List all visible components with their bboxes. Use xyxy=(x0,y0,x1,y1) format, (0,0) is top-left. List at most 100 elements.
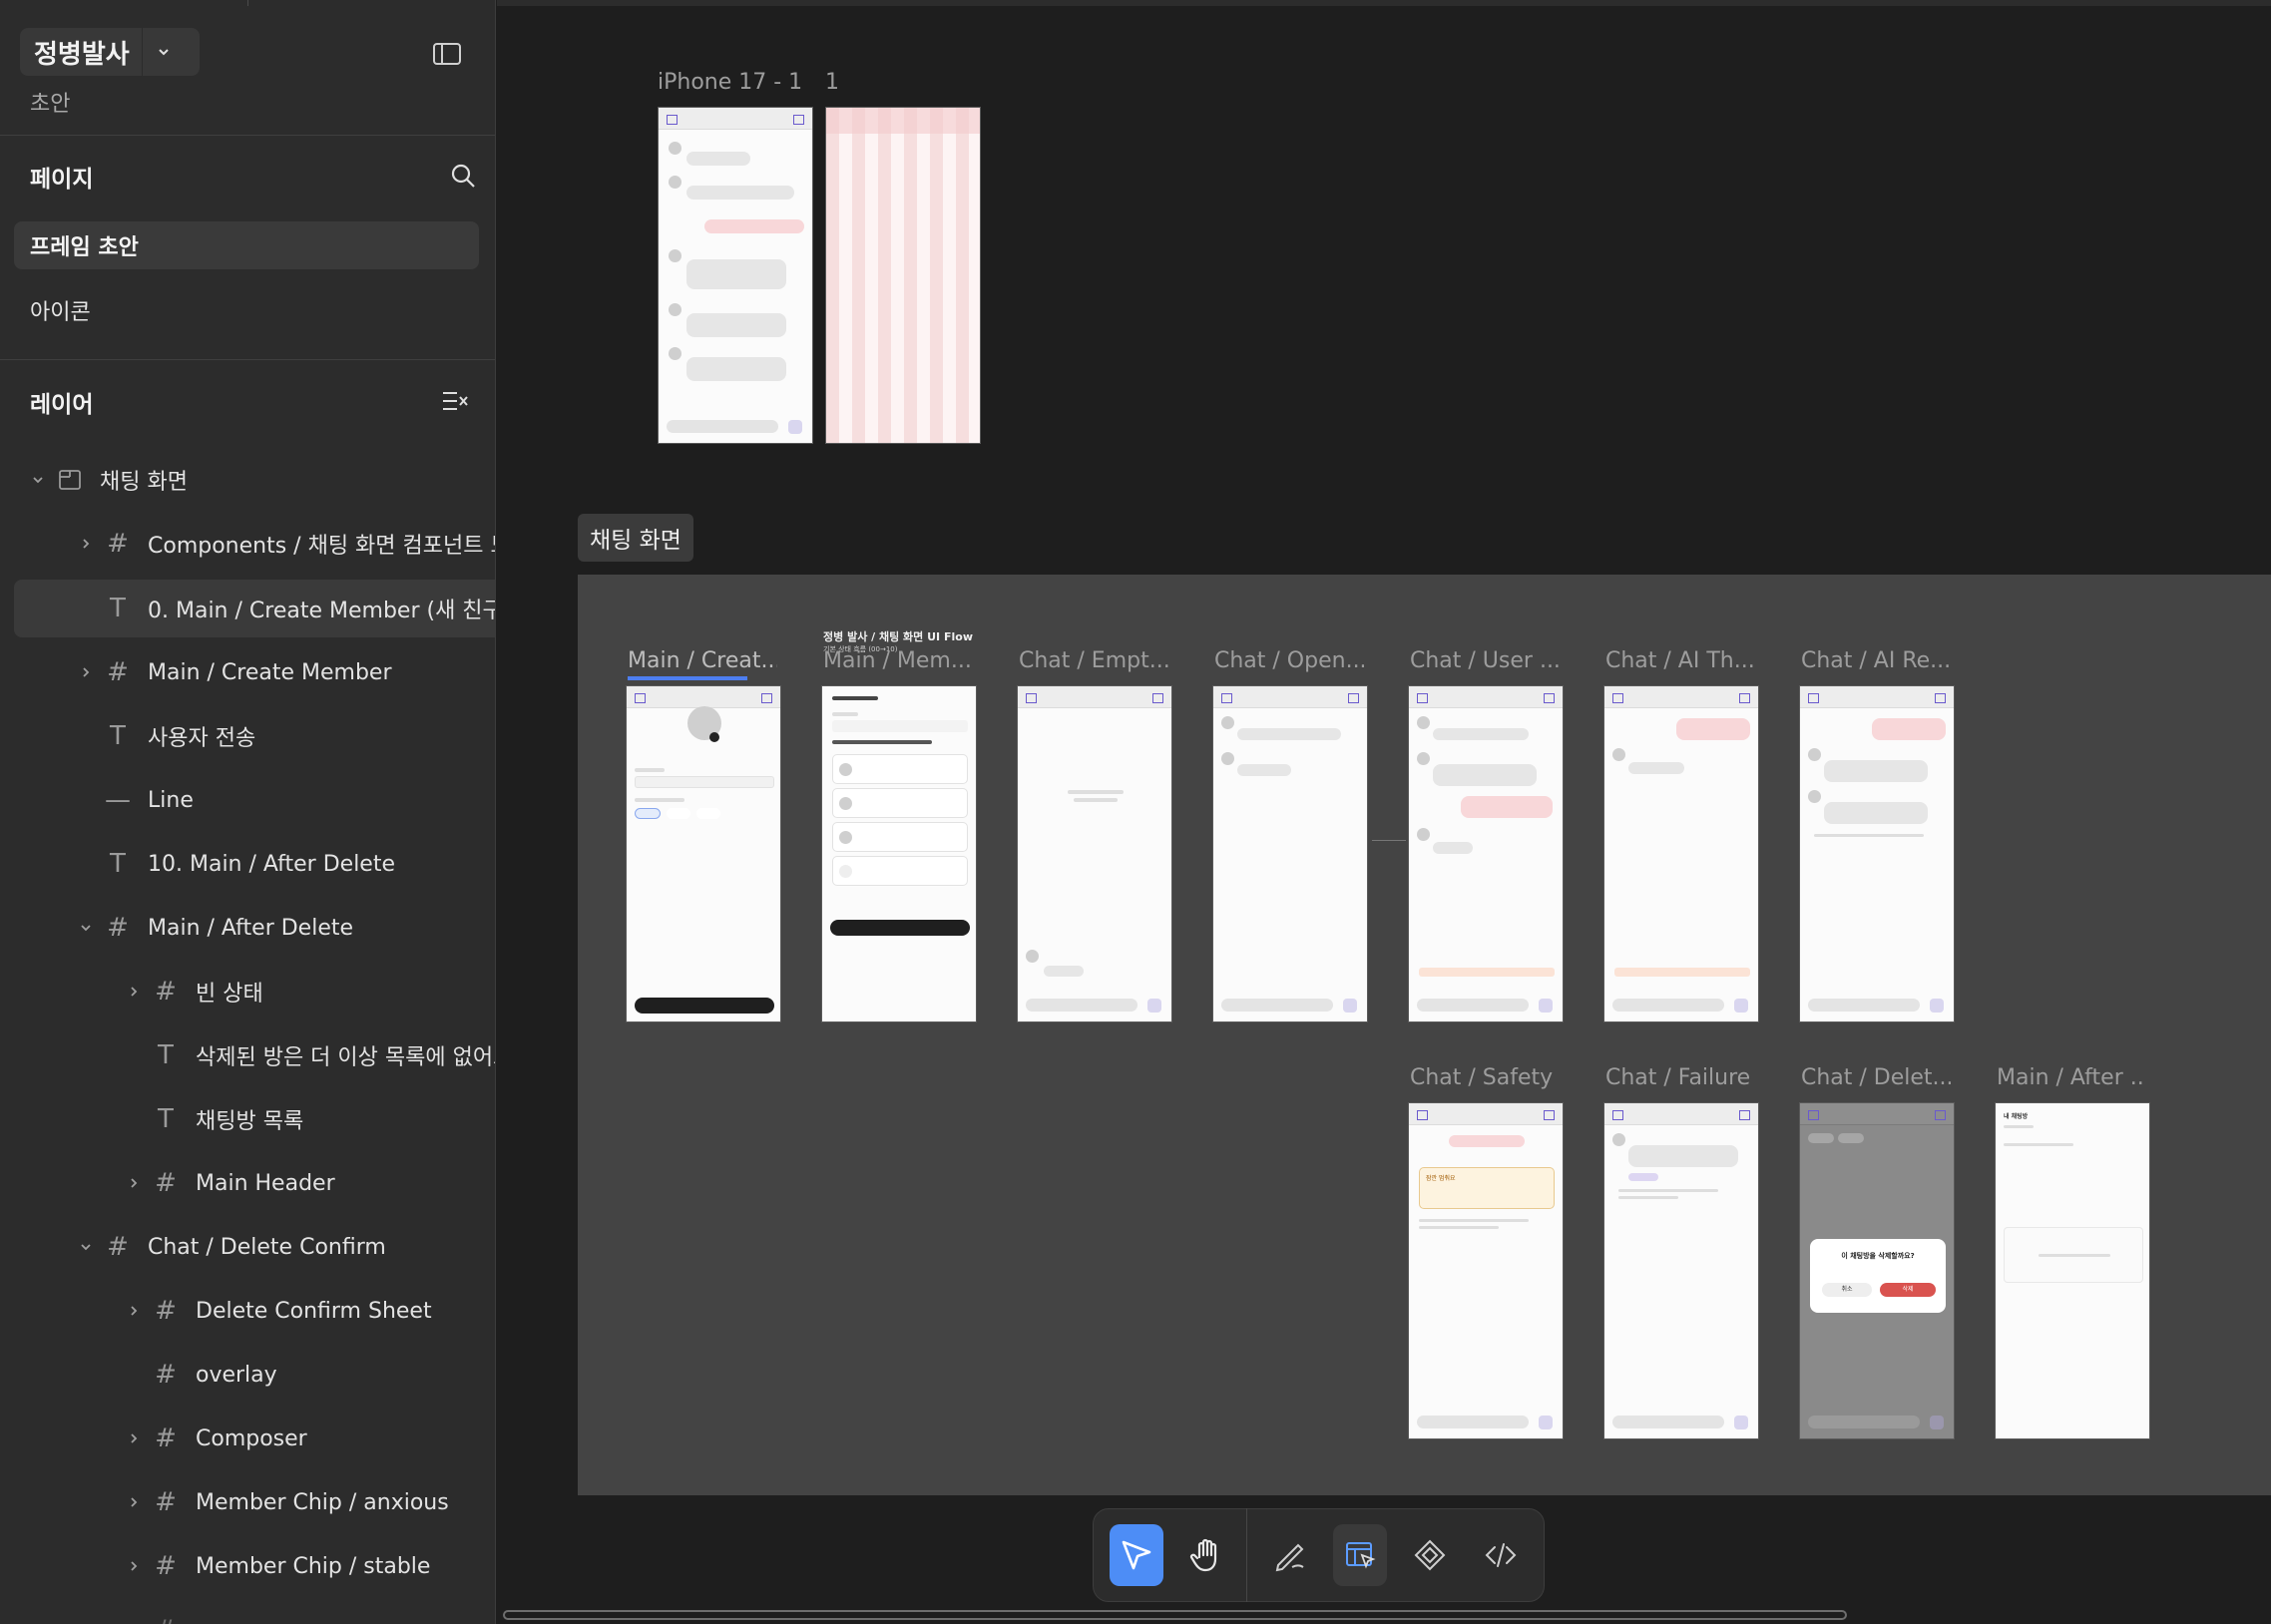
move-tool-button[interactable] xyxy=(1110,1524,1164,1586)
frame-icon: # xyxy=(155,1360,177,1390)
layer-row[interactable]: # Main / After Delete xyxy=(0,899,495,957)
layer-row[interactable]: # Member Chip / stable xyxy=(0,1537,495,1595)
frame-label[interactable]: Main / After ... xyxy=(1997,1065,2146,1090)
layer-row[interactable]: # 빈 상태 xyxy=(0,963,495,1020)
avatar xyxy=(1417,716,1430,729)
chevron-right-icon[interactable] xyxy=(124,1492,144,1512)
typing-bubble xyxy=(1628,762,1684,774)
layer-name: 사용자 전송 xyxy=(148,726,256,751)
layer-row[interactable]: # Main Header xyxy=(0,1154,495,1212)
layer-row[interactable]: # Main / Create Member xyxy=(0,643,495,701)
layer-row-section[interactable]: 채팅 화면 xyxy=(0,451,495,509)
chat-header xyxy=(1409,1103,1563,1125)
layer-row[interactable]: # Chat / Delete Confirm xyxy=(0,1218,495,1276)
layer-row[interactable]: T 10. Main / After Delete xyxy=(0,835,495,893)
frame-label[interactable]: Chat / AI Re... xyxy=(1801,648,1951,673)
chip xyxy=(696,808,720,819)
hand-tool-button[interactable] xyxy=(1179,1524,1233,1586)
start-chat-button xyxy=(830,920,970,936)
chevron-right-icon[interactable] xyxy=(124,1301,144,1321)
chat-bubble xyxy=(1237,728,1341,740)
member-card xyxy=(832,822,968,852)
layer-row[interactable]: # Components / 채팅 화면 컴포넌트 모 xyxy=(0,515,495,573)
hint-line xyxy=(1814,834,1924,837)
frame-label[interactable]: Chat / User ... xyxy=(1410,648,1560,673)
frame-icon: # xyxy=(155,1551,177,1581)
layer-row[interactable]: — Line xyxy=(0,771,495,829)
project-switcher[interactable]: 정병발사 xyxy=(20,28,200,76)
frame-label-iphone[interactable]: iPhone 17 - 1 xyxy=(658,70,802,95)
frame-chat-ai-thinking[interactable] xyxy=(1603,685,1759,1022)
sidebar-toggle-icon[interactable] xyxy=(431,38,463,70)
frame-chat-ai-reply[interactable] xyxy=(1799,685,1955,1022)
layer-row[interactable]: T 채팅방 목록 xyxy=(0,1090,495,1148)
layer-row[interactable]: # Composer xyxy=(0,1410,495,1467)
composer-input xyxy=(1417,999,1529,1012)
frame-label[interactable]: Main / Mem... xyxy=(823,648,973,673)
frame-main-create[interactable] xyxy=(626,685,781,1022)
name-field xyxy=(635,776,774,788)
chevron-down-icon[interactable] xyxy=(28,470,48,490)
page-item-icons[interactable]: 아이콘 xyxy=(14,286,479,334)
cancel-button: 취소 xyxy=(1822,1283,1872,1297)
frame-chat-failure[interactable] xyxy=(1603,1102,1759,1439)
frame-label[interactable]: Chat / Safety xyxy=(1410,1065,1560,1090)
chevron-right-icon[interactable] xyxy=(124,1428,144,1448)
frame-main-member[interactable] xyxy=(821,685,977,1022)
page-item-frame-draft[interactable]: 프레임 초안 xyxy=(14,221,479,269)
search-icon[interactable] xyxy=(447,160,479,192)
frame-chat-safety[interactable]: 잠깐 멈춰요 xyxy=(1408,1102,1564,1439)
layer-row-partial[interactable]: # xyxy=(0,1601,495,1624)
frame-label[interactable]: Chat / AI Th... xyxy=(1605,648,1755,673)
frame-chat-empty[interactable] xyxy=(1017,685,1172,1022)
send-icon xyxy=(1539,1416,1553,1429)
frame-chat-open[interactable] xyxy=(1212,685,1368,1022)
frame-main-after-delete[interactable]: 내 채팅방 xyxy=(1995,1102,2150,1439)
chevron-right-icon[interactable] xyxy=(124,982,144,1002)
chevron-right-icon[interactable] xyxy=(76,534,96,554)
avatar xyxy=(1417,752,1430,765)
frame-iphone-17[interactable] xyxy=(658,107,813,444)
layer-row[interactable]: T 삭제된 방은 더 이상 목록에 없어요 xyxy=(0,1026,495,1084)
layer-row[interactable]: T 사용자 전송 xyxy=(0,707,495,765)
frame-label[interactable]: Main / Creat... xyxy=(628,648,777,673)
chat-bubble xyxy=(686,152,750,166)
frame-icon: # xyxy=(107,529,129,559)
frame-icon: # xyxy=(155,1168,177,1198)
frame-layout-grid[interactable] xyxy=(825,107,981,444)
avatar xyxy=(669,347,681,360)
component-tool-button[interactable] xyxy=(1403,1524,1457,1586)
frame-label[interactable]: Chat / Open... xyxy=(1214,648,1364,673)
draw-tool-button[interactable] xyxy=(1263,1524,1317,1586)
frame-label[interactable]: Chat / Delet... xyxy=(1801,1065,1951,1090)
layer-row-selected[interactable]: T 0. Main / Create Member (새 친구 xyxy=(14,580,495,637)
layout-tool-button[interactable] xyxy=(1332,1524,1388,1586)
frame-chat-delete-confirm[interactable]: 이 채팅방을 삭제할까요? 취소 삭제 xyxy=(1799,1102,1955,1439)
empty-text xyxy=(1068,790,1124,794)
send-icon xyxy=(1930,1416,1944,1429)
section-label[interactable]: 채팅 화면 xyxy=(578,514,693,562)
chevron-right-icon[interactable] xyxy=(124,1556,144,1576)
chip xyxy=(635,808,661,819)
dev-mode-button[interactable] xyxy=(1474,1524,1528,1586)
chevron-right-icon[interactable] xyxy=(76,662,96,682)
hint-line xyxy=(2004,1143,2073,1146)
frame-chat-user[interactable] xyxy=(1408,685,1564,1022)
frame-icon: # xyxy=(155,1423,177,1453)
chip xyxy=(1838,1133,1864,1143)
layer-row[interactable]: # Member Chip / anxious xyxy=(0,1473,495,1531)
notice-strip xyxy=(1419,968,1555,977)
empty-state-box xyxy=(2004,1227,2143,1283)
chevron-down-icon[interactable] xyxy=(76,918,96,938)
frame-label[interactable]: Chat / Empt... xyxy=(1019,648,1168,673)
layer-row[interactable]: # overlay xyxy=(0,1346,495,1404)
chevron-down-icon[interactable] xyxy=(141,28,186,76)
collapse-layers-icon[interactable] xyxy=(439,385,471,417)
chat-bubble xyxy=(1433,728,1529,740)
frame-label[interactable]: Chat / Failure xyxy=(1605,1065,1755,1090)
chevron-right-icon[interactable] xyxy=(124,1173,144,1193)
frame-label-grid[interactable]: 1 xyxy=(825,70,839,95)
chevron-down-icon[interactable] xyxy=(76,1237,96,1257)
horizontal-scrollbar[interactable] xyxy=(503,1610,1847,1620)
layer-row[interactable]: # Delete Confirm Sheet xyxy=(0,1282,495,1340)
